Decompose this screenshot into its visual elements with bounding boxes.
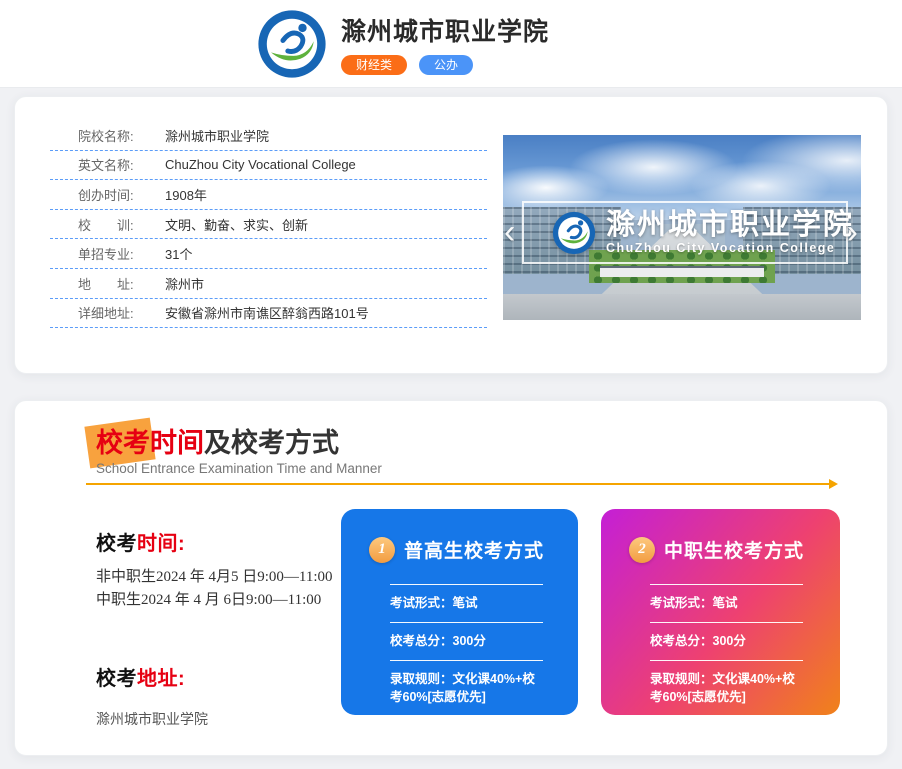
table-row: 地 址: 滁州市 (50, 269, 487, 299)
table-row: 校 训: 文明、勤奋、求实、创新 (50, 210, 487, 240)
page-title: 滁州城市职业学院 (341, 12, 549, 48)
section-subtitle: School Entrance Examination Time and Man… (96, 461, 382, 476)
row-label: 英文名称: (78, 155, 165, 174)
campus-photo-plaza (503, 294, 861, 320)
row-value: 滁州城市职业学院 (165, 126, 269, 145)
method-card-general: 1 普高生校考方式 考试形式：笔试 校考总分：300分 录取规则：文化课40%+… (341, 509, 578, 715)
category-badge: 财经类 (341, 55, 407, 75)
heading-red-part: 地址: (137, 668, 185, 690)
row-value: ChuZhou City Vocational College (165, 157, 356, 172)
method-row: 录取规则：文化课40%+校考60%[志愿优先] (650, 660, 803, 717)
college-info-table: 院校名称: 滁州城市职业学院 英文名称: ChuZhou City Vocati… (50, 121, 487, 328)
exam-time-line2: 中职生2024 年 4 月 6日9:00—11:00 (96, 589, 341, 612)
carousel-caption-subtitle: ChuZhou City Vocation College (606, 241, 854, 255)
campus-photo-carousel: 滁州城市职业学院 ChuZhou City Vocation College ‹… (503, 135, 861, 320)
table-row: 详细地址: 安徽省滁州市南谯区醉翁西路101号 (50, 299, 487, 329)
row-label: 地 址: (78, 274, 165, 293)
row-label: 院校名称: (78, 126, 165, 145)
row-label: 详细地址: (78, 303, 165, 322)
row-value: 31个 (165, 244, 192, 263)
section-title-rest: 及校考方式 (204, 428, 339, 458)
number-badge: 1 (369, 537, 395, 563)
table-row: 创办时间: 1908年 (50, 180, 487, 210)
row-value: 安徽省滁州市南谯区醉翁西路101号 (165, 303, 369, 322)
exam-time-line1: 非中职生2024 年 4月5 日9:00—11:00 (96, 566, 341, 589)
page-header: 滁州城市职业学院 财经类 公办 (0, 0, 902, 88)
method-card-body: 考试形式：笔试 校考总分：300分 录取规则：文化课40%+校考60%[志愿优先… (390, 584, 543, 717)
method-card-title: 普高生校考方式 (404, 536, 544, 563)
row-value: 滁州市 (165, 274, 204, 293)
section-header: 校考时间及校考方式 School Entrance Examination Ti… (96, 427, 382, 476)
heading-black-part: 校考 (96, 533, 137, 555)
row-label: 校 训: (78, 215, 165, 234)
method-card-body: 考试形式：笔试 校考总分：300分 录取规则：文化课40%+校考60%[志愿优先… (650, 584, 803, 717)
divider-arrow-icon (829, 479, 838, 489)
method-row: 校考总分：300分 (390, 622, 543, 660)
carousel-caption-title: 滁州城市职业学院 (606, 210, 854, 240)
row-label: 单招专业: (78, 244, 165, 263)
school-logo-icon (552, 211, 596, 255)
table-row: 单招专业: 31个 (50, 239, 487, 269)
method-row: 考试形式：笔试 (650, 584, 803, 622)
section-divider (86, 483, 830, 485)
campus-photo-gate (600, 266, 765, 277)
college-info-card: 院校名称: 滁州城市职业学院 英文名称: ChuZhou City Vocati… (14, 96, 888, 374)
method-row: 考试形式：笔试 (390, 584, 543, 622)
carousel-caption-box: 滁州城市职业学院 ChuZhou City Vocation College (522, 201, 848, 264)
row-value: 1908年 (165, 185, 207, 204)
row-value: 文明、勤奋、求实、创新 (165, 215, 308, 234)
table-row: 英文名称: ChuZhou City Vocational College (50, 151, 487, 181)
method-card-title: 中职生校考方式 (664, 536, 804, 563)
row-label: 创办时间: (78, 185, 165, 204)
table-row: 院校名称: 滁州城市职业学院 (50, 121, 487, 151)
carousel-prev-icon[interactable]: ‹ (504, 215, 515, 249)
heading-black-part: 校考 (96, 668, 137, 690)
exam-content-row: 校考时间: 非中职生2024 年 4月5 日9:00—11:00 中职生2024… (96, 509, 840, 729)
school-logo-icon (257, 9, 327, 79)
section-title-highlight: 校考时间 (96, 428, 204, 458)
exam-section-card: 校考时间及校考方式 School Entrance Examination Ti… (14, 400, 888, 756)
method-card-vocational: 2 中职生校考方式 考试形式：笔试 校考总分：300分 录取规则：文化课40%+… (601, 509, 840, 715)
carousel-next-icon[interactable]: › (847, 215, 858, 249)
method-row: 校考总分：300分 (650, 622, 803, 660)
ownership-badge: 公办 (419, 55, 473, 75)
exam-time-lines: 非中职生2024 年 4月5 日9:00—11:00 中职生2024 年 4 月… (96, 566, 341, 612)
number-badge: 2 (629, 537, 655, 563)
badge-row: 财经类 公办 (341, 55, 549, 75)
method-row: 录取规则：文化课40%+校考60%[志愿优先] (390, 660, 543, 717)
exam-time-heading: 校考时间: (96, 527, 341, 556)
heading-red-part: 时间: (137, 533, 185, 555)
exam-time-column: 校考时间: 非中职生2024 年 4月5 日9:00—11:00 中职生2024… (96, 509, 341, 729)
exam-address-text: 滁州城市职业学院 (96, 709, 341, 729)
exam-address-heading: 校考地址: (96, 662, 341, 691)
header-group: 滁州城市职业学院 财经类 公办 (257, 9, 549, 79)
